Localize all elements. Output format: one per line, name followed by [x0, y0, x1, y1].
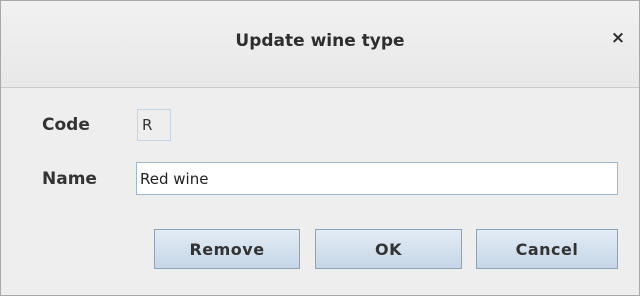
code-value: R [137, 109, 171, 141]
code-label: Code [42, 115, 90, 135]
dialog-title: Update wine type [235, 31, 405, 51]
cancel-button[interactable]: Cancel [476, 229, 618, 269]
name-field[interactable] [136, 162, 618, 195]
remove-button[interactable]: Remove [154, 229, 300, 269]
name-label: Name [42, 169, 97, 189]
close-icon[interactable]: × [607, 27, 629, 49]
ok-button[interactable]: OK [315, 229, 462, 269]
update-wine-type-dialog: Update wine type × Code R Name Remove OK… [0, 0, 640, 296]
title-bar: Update wine type × [1, 1, 639, 88]
